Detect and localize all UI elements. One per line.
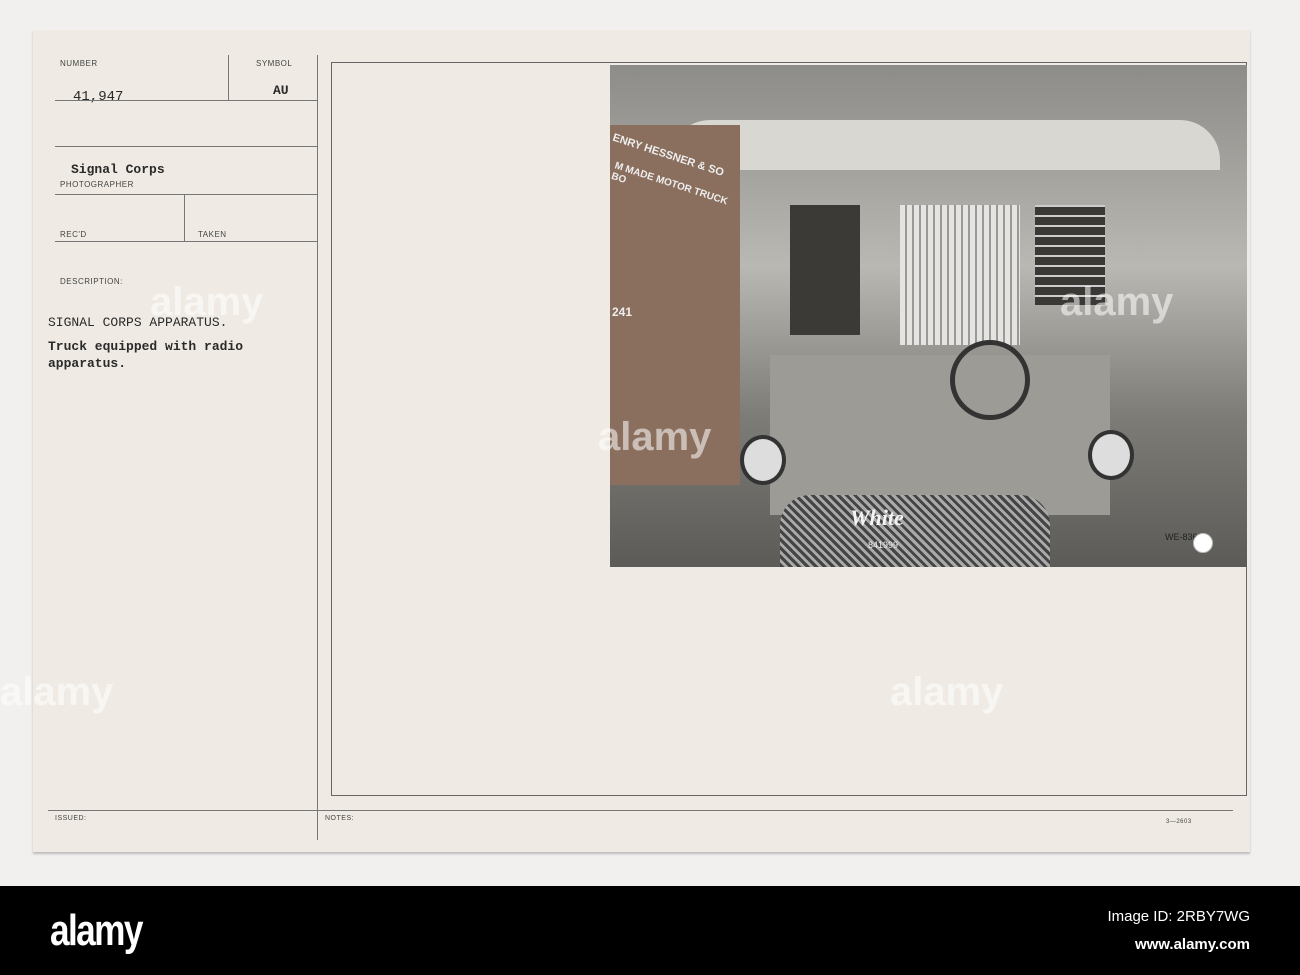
description-line-2: apparatus. bbox=[48, 356, 127, 371]
description-label: DESCRIPTION: bbox=[60, 277, 123, 286]
description-line-1: Truck equipped with radio bbox=[48, 339, 244, 354]
site-url[interactable]: www.alamy.com bbox=[1135, 936, 1250, 953]
watermark: alamy bbox=[150, 280, 264, 324]
taken-label: TAKEN bbox=[198, 230, 227, 239]
symbol-value: AU bbox=[273, 83, 289, 98]
form-number: 3—2603 bbox=[1166, 819, 1192, 825]
photographer-value: Signal Corps bbox=[71, 162, 165, 177]
building-number: 241 bbox=[612, 305, 633, 319]
issued-label: ISSUED: bbox=[55, 815, 87, 822]
image-id: Image ID: 2RBY7WG bbox=[1107, 908, 1250, 925]
number-value: 41,947 bbox=[73, 89, 124, 105]
alamy-logo[interactable]: alamy bbox=[50, 906, 143, 956]
photographer-label: PHOTOGRAPHER bbox=[60, 180, 134, 189]
watermark: alamy bbox=[0, 670, 114, 714]
punch-hole bbox=[1193, 533, 1213, 553]
number-label: NUMBER bbox=[60, 59, 98, 68]
footer-bar: alamy Image ID: 2RBY7WG www.alamy.com bbox=[0, 886, 1300, 975]
radiator-number: 841999 bbox=[868, 540, 899, 550]
radiator-brand: White bbox=[850, 505, 904, 530]
watermark: alamy bbox=[598, 415, 712, 459]
symbol-label: SYMBOL bbox=[256, 59, 293, 68]
watermark: alamy bbox=[890, 670, 1004, 714]
notes-label: NOTES: bbox=[325, 815, 355, 822]
recd-label: REC'D bbox=[60, 230, 87, 239]
watermark: alamy bbox=[1060, 280, 1174, 324]
